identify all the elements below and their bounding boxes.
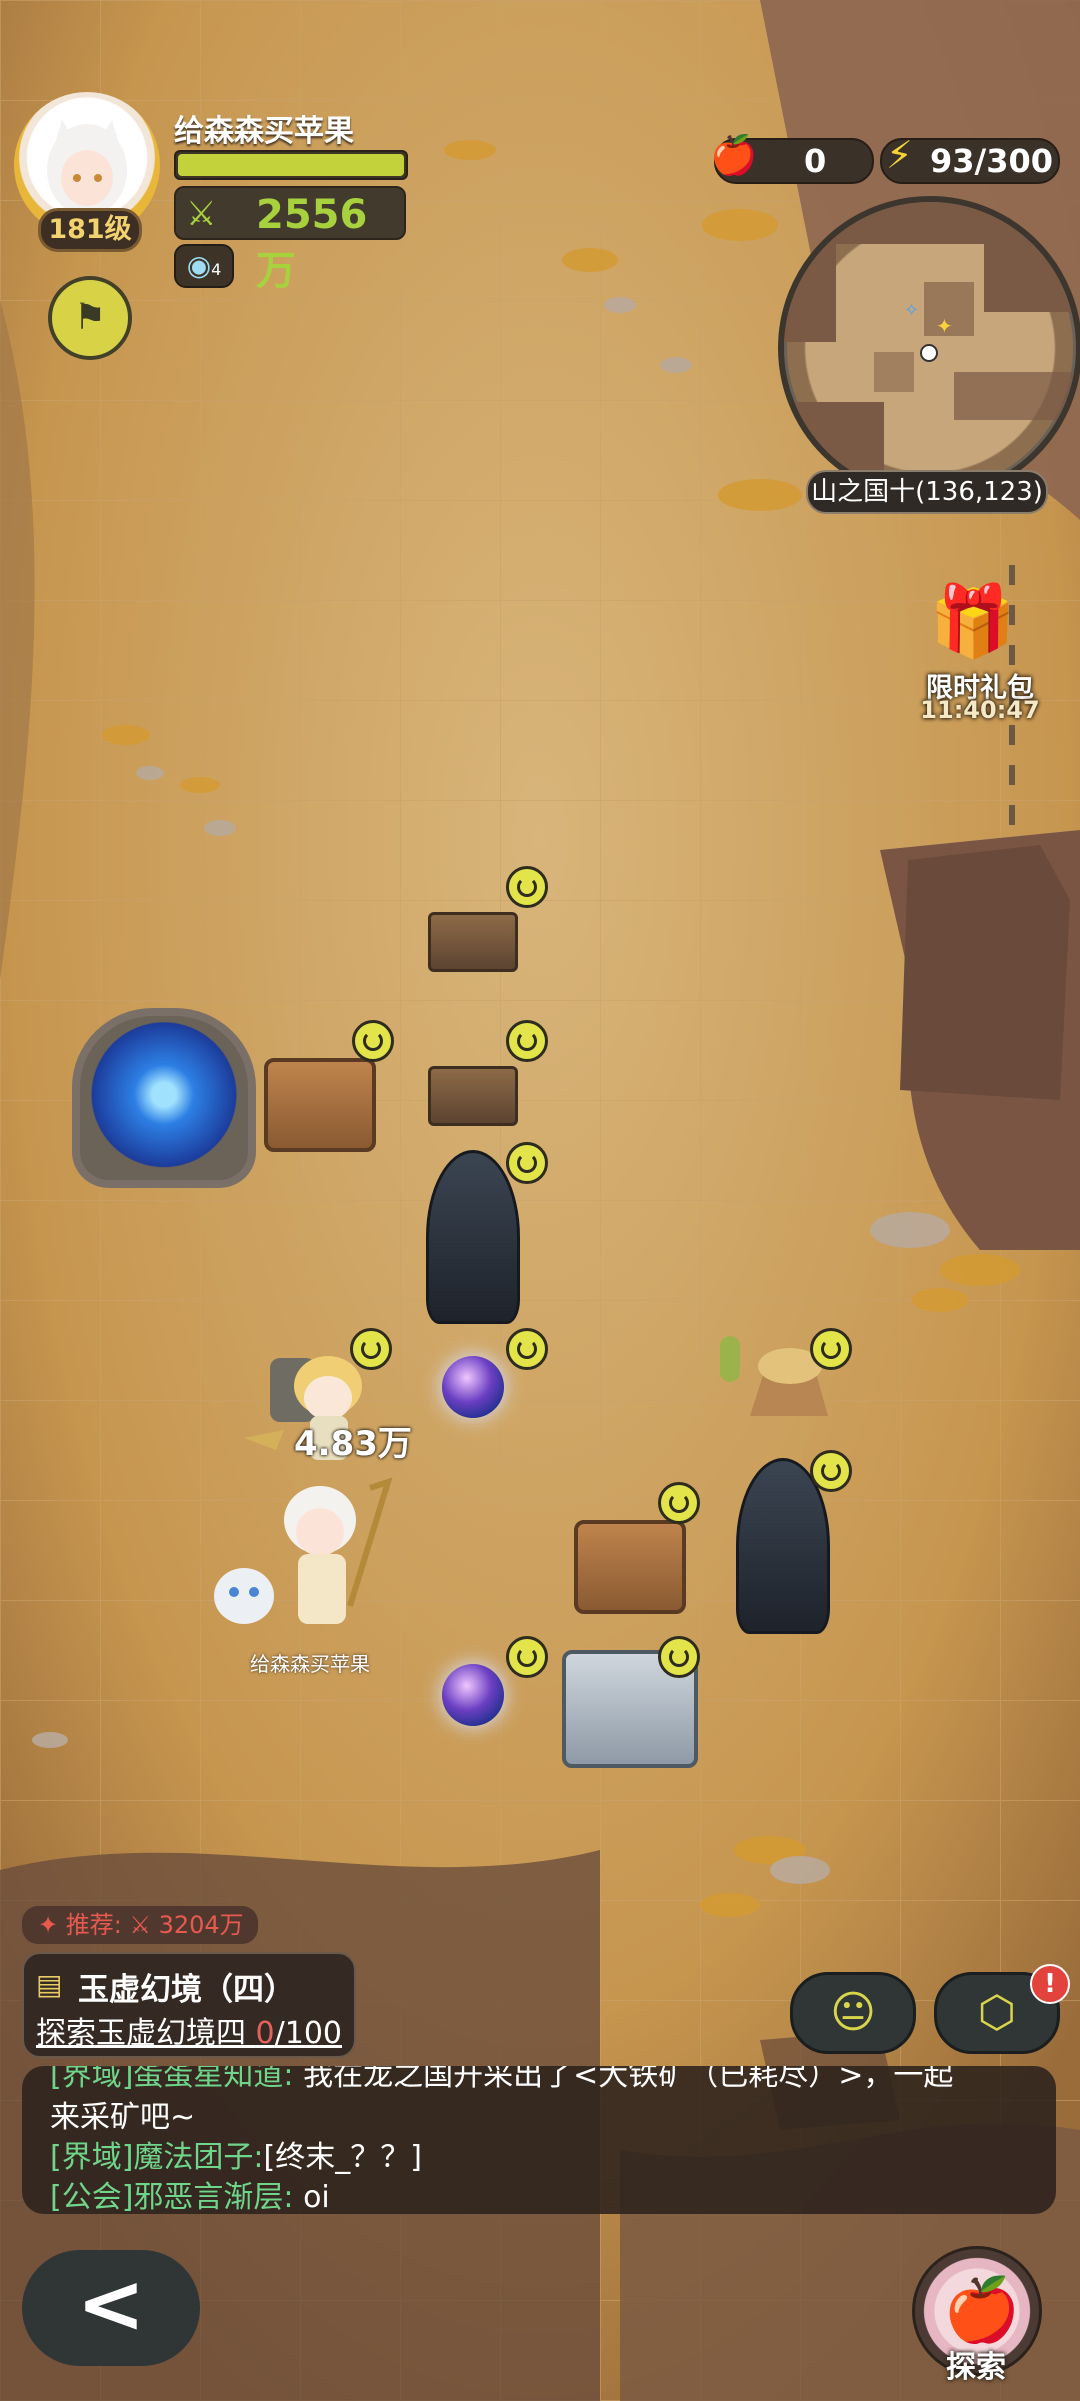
- guild-flag-button[interactable]: ⚑: [48, 276, 132, 360]
- player-hp-bar: [174, 150, 408, 180]
- energy-value: 93/300: [930, 142, 1054, 180]
- quest-document-icon: ▤: [36, 1968, 63, 2001]
- flag-icon: ⚑: [73, 297, 107, 338]
- ready-indicator-icon: [658, 1636, 700, 1678]
- crossed-swords-icon: ⚔: [186, 194, 217, 234]
- player-hp-fill: [178, 154, 404, 176]
- quest-progress-total: /100: [274, 2016, 343, 2051]
- quest-progress-current: 0: [255, 2016, 275, 2051]
- apple-counter[interactable]: 🍎 0: [710, 134, 874, 184]
- ready-indicator-icon: [506, 1328, 548, 1370]
- crystal-orb[interactable]: [442, 1664, 504, 1726]
- chevron-left-icon: <: [76, 2257, 146, 2352]
- chat-message: [公会]邪恶言渐层: oi: [50, 2180, 330, 2214]
- ready-indicator-icon: [506, 1020, 548, 1062]
- buff-status-icon[interactable]: ◉4: [174, 244, 234, 288]
- apple-icon: 🍎: [943, 2273, 1021, 2346]
- ready-indicator-icon: [810, 1328, 852, 1370]
- ready-indicator-icon: [352, 1020, 394, 1062]
- neutral-face-icon: 😐: [830, 1987, 876, 2038]
- map-location-label: 山之国十(136,123): [806, 470, 1048, 514]
- minimap[interactable]: ✦ ✧: [778, 196, 1080, 500]
- wooden-chest[interactable]: [264, 1058, 376, 1152]
- wooden-chest[interactable]: [574, 1520, 686, 1614]
- lightning-icon: ⚡: [886, 133, 913, 177]
- damage-number: 4.83万: [294, 1424, 412, 1464]
- player-marker-icon: [920, 344, 938, 362]
- game-map[interactable]: 181级 给森森买苹果 ⚔ 2556万 ◉4 ⚑ 🍎 0 ⚡ 93/300 ✦ …: [0, 0, 1080, 2401]
- ready-indicator-icon: [810, 1450, 852, 1492]
- ready-indicator-icon: [658, 1482, 700, 1524]
- star-marker-icon: ✦: [936, 314, 953, 338]
- gift-box-icon[interactable]: 🎁: [926, 580, 1020, 674]
- blue-portal[interactable]: [72, 1008, 256, 1188]
- wood-pile[interactable]: [428, 1066, 518, 1126]
- ready-indicator-icon: [506, 1636, 548, 1678]
- cube-icon: ⬡: [977, 1987, 1017, 2038]
- chat-message: [界域]蛋蛋星知道: 我在龙之国开采出了<大铁矿（已耗尽）>，一起: [50, 2066, 954, 2093]
- character-name-label: 给森森买苹果: [250, 1652, 370, 1676]
- ready-indicator-icon: [506, 1142, 548, 1184]
- emote-button[interactable]: 😐: [790, 1972, 916, 2054]
- portal-marker-icon: ✧: [904, 300, 920, 321]
- player-level-badge: 181级: [38, 208, 142, 252]
- back-button[interactable]: <: [22, 2250, 200, 2366]
- wood-pile[interactable]: [428, 912, 518, 972]
- ready-indicator-icon: [506, 866, 548, 908]
- recommended-power-label: ✦ 推荐: ⚔ 3204万: [22, 1906, 258, 1944]
- quest-progress: 探索玉虚幻境四 0/100: [36, 2008, 342, 2052]
- apple-icon: 🍎: [710, 133, 758, 177]
- player-name: 给森森买苹果: [174, 114, 354, 149]
- combat-power-value: 2556万: [256, 192, 368, 294]
- energy-counter[interactable]: ⚡ 93/300: [880, 134, 1060, 184]
- combat-power-display: ⚔ 2556万: [174, 186, 406, 294]
- notification-badge: !: [1030, 1964, 1070, 2004]
- explore-label[interactable]: 探索: [922, 2342, 1030, 2386]
- hooded-figure[interactable]: [426, 1150, 520, 1324]
- crystal-orb[interactable]: [442, 1356, 504, 1418]
- chat-message: [界域]魔法团子:[终末_？？]: [50, 2140, 422, 2175]
- chat-message: 来采矿吧~: [50, 2100, 196, 2135]
- chat-box[interactable]: [界域]蛋蛋星知道: 我在龙之国开采出了<大铁矿（已耗尽）>，一起 来采矿吧~ …: [22, 2066, 1056, 2214]
- swirl-icon: ◉: [186, 249, 212, 282]
- ready-indicator-icon: [350, 1328, 392, 1370]
- quest-title: 玉虚幻境（四）: [78, 1972, 295, 2008]
- buff-count: 4: [211, 260, 222, 279]
- quest-panel[interactable]: ▤ 玉虚幻境（四） 探索玉虚幻境四 0/100: [22, 1952, 356, 2058]
- quest-progress-label: 探索玉虚幻境四: [36, 2016, 256, 2051]
- player-character-white[interactable]: [210, 1476, 410, 1646]
- limited-gift-timer: 11:40:47: [920, 696, 1040, 724]
- apple-count: 0: [804, 142, 827, 180]
